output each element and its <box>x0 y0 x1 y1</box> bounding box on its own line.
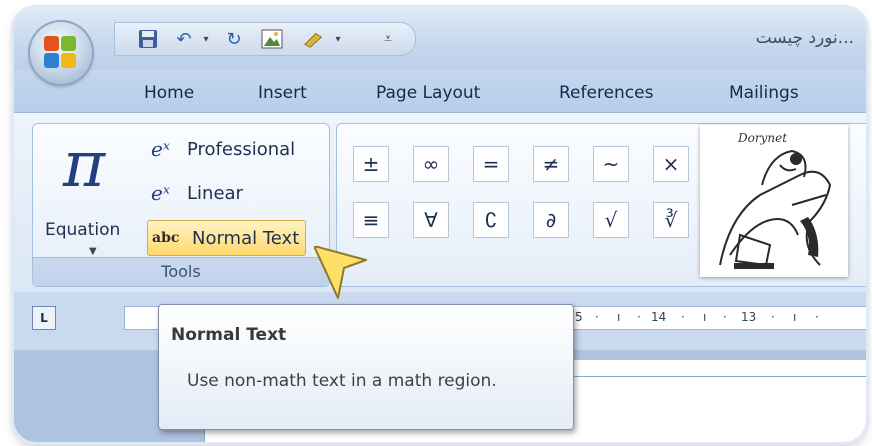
normal-text-button[interactable]: abc Normal Text <box>147 220 307 256</box>
app-window: ↶ ▾ ↻ ▾ ⩡ ...نورد چیست Home Insert Page … <box>14 8 866 442</box>
symbol-not-equal[interactable]: ≠ <box>533 146 569 182</box>
symbol-equals[interactable]: = <box>473 146 509 182</box>
symbol-times[interactable]: × <box>653 146 689 182</box>
dropdown-arrow-icon[interactable]: ▾ <box>195 28 217 50</box>
mouse-cursor-icon <box>313 245 368 306</box>
ribbon-body: π Equation ▼ eˣ Professional eˣ Linear a… <box>14 112 866 293</box>
ruler-tick: · <box>637 310 641 324</box>
site-logo-overlay: Dorynet <box>700 125 848 277</box>
ruler-tick: ı <box>793 310 797 324</box>
professional-option[interactable]: eˣ Professional <box>151 132 295 166</box>
linear-option[interactable]: eˣ Linear <box>151 176 243 210</box>
ruler-mark: 13 <box>741 310 757 324</box>
symbol-cube-root[interactable]: ∛ <box>653 202 689 238</box>
symbol-infinity[interactable]: ∞ <box>413 146 449 182</box>
tooltip: Normal Text Use non-math text in a math … <box>158 304 574 430</box>
customize-icon[interactable] <box>303 28 325 50</box>
picture-icon[interactable] <box>261 28 283 50</box>
tab-selector-button[interactable]: L <box>32 306 56 330</box>
redo-icon[interactable]: ↻ <box>223 28 245 50</box>
tools-group-label: Tools <box>33 257 329 286</box>
ribbon-tabs: Home Insert Page Layout References Maili… <box>14 70 866 116</box>
quick-access-toolbar: ↶ ▾ ↻ ▾ ⩡ <box>114 22 416 56</box>
professional-icon: eˣ <box>151 137 170 161</box>
tab-references[interactable]: References <box>559 83 653 103</box>
dropdown-arrow-icon[interactable]: ▾ <box>327 28 349 50</box>
tooltip-description: Use non-math text in a math region. <box>187 371 497 391</box>
title-bar: ↶ ▾ ↻ ▾ ⩡ ...نورد چیست <box>14 8 866 70</box>
linear-label: Linear <box>187 182 243 204</box>
ruler-tick: ı <box>617 310 621 324</box>
qat-customize-arrow-icon[interactable]: ⩡ <box>377 28 399 50</box>
save-icon[interactable] <box>137 28 159 50</box>
undo-icon[interactable]: ↶ <box>173 28 195 50</box>
office-logo-icon <box>44 36 78 70</box>
tab-mailings[interactable]: Mailings <box>729 83 799 103</box>
ruler-mark: 14 <box>651 310 667 324</box>
logo-artwork-icon <box>719 149 832 269</box>
ruler-tick: · <box>771 310 775 324</box>
tools-group: π Equation ▼ eˣ Professional eˣ Linear a… <box>32 123 330 287</box>
symbol-sqrt[interactable]: √ <box>593 202 629 238</box>
symbol-identical[interactable]: ≡ <box>353 202 389 238</box>
office-button[interactable] <box>30 22 92 84</box>
abc-icon: abc <box>152 230 180 246</box>
chevron-down-icon[interactable]: ▼ <box>89 246 97 257</box>
equation-pi-icon[interactable]: π <box>63 130 105 200</box>
ruler-tick: · <box>723 310 727 324</box>
symbol-complement[interactable]: ∁ <box>473 202 509 238</box>
ruler-mark: 5 <box>575 310 583 324</box>
tab-page-layout[interactable]: Page Layout <box>376 83 480 103</box>
symbol-tilde[interactable]: ~ <box>593 146 629 182</box>
document-title: ...نورد چیست <box>755 28 854 48</box>
symbol-plus-minus[interactable]: ± <box>353 146 389 182</box>
symbol-for-all[interactable]: ∀ <box>413 202 449 238</box>
linear-icon: eˣ <box>151 181 170 205</box>
ruler-tick: · <box>595 310 599 324</box>
ruler-tick: ı <box>703 310 707 324</box>
normal-text-label: Normal Text <box>192 227 300 249</box>
tab-home[interactable]: Home <box>144 83 194 103</box>
symbol-partial[interactable]: ∂ <box>533 202 569 238</box>
ruler-tick: · <box>815 310 819 324</box>
tab-insert[interactable]: Insert <box>258 83 307 103</box>
ruler-tick: · <box>681 310 685 324</box>
professional-label: Professional <box>187 138 296 160</box>
equation-button[interactable]: Equation <box>45 220 120 240</box>
tooltip-title: Normal Text <box>171 325 287 345</box>
